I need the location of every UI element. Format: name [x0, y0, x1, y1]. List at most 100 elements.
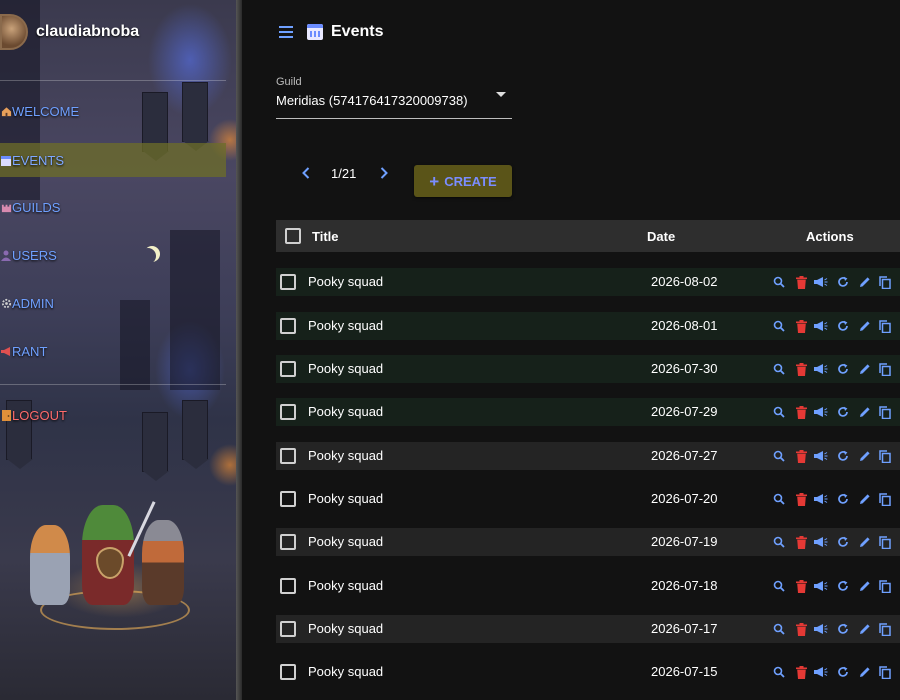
table-row[interactable]: Pooky squad 2026-07-27 — [276, 442, 900, 470]
search-icon[interactable] — [772, 534, 786, 550]
search-icon[interactable] — [772, 448, 786, 464]
refresh-icon[interactable] — [836, 621, 850, 637]
trash-icon[interactable] — [794, 578, 808, 594]
copy-icon[interactable] — [878, 361, 892, 377]
refresh-icon[interactable] — [836, 274, 850, 290]
chevron-left-icon[interactable] — [299, 166, 313, 180]
megaphone-icon[interactable] — [814, 664, 828, 680]
sidebar-item-rant[interactable]: RANT — [0, 334, 226, 368]
pencil-icon[interactable] — [858, 404, 872, 420]
pencil-icon[interactable] — [858, 664, 872, 680]
refresh-icon[interactable] — [836, 578, 850, 594]
row-checkbox[interactable] — [280, 448, 296, 464]
search-icon[interactable] — [772, 404, 786, 420]
column-header-title: Title — [312, 229, 339, 244]
trash-icon[interactable] — [794, 448, 808, 464]
refresh-icon[interactable] — [836, 318, 850, 334]
table-row[interactable]: Pooky squad 2026-08-01 — [276, 312, 900, 340]
table-row[interactable]: Pooky squad 2026-07-19 — [276, 528, 900, 556]
pencil-icon[interactable] — [858, 491, 872, 507]
row-checkbox[interactable] — [280, 361, 296, 377]
megaphone-icon[interactable] — [814, 621, 828, 637]
megaphone-icon[interactable] — [814, 274, 828, 290]
copy-icon[interactable] — [878, 318, 892, 334]
pencil-icon[interactable] — [858, 621, 872, 637]
chevron-right-icon[interactable] — [377, 166, 391, 180]
trash-icon[interactable] — [794, 274, 808, 290]
table-row[interactable]: Pooky squad 2026-07-20 — [276, 485, 900, 513]
refresh-icon[interactable] — [836, 404, 850, 420]
refresh-icon[interactable] — [836, 361, 850, 377]
trash-icon[interactable] — [794, 664, 808, 680]
search-icon[interactable] — [772, 318, 786, 334]
row-checkbox[interactable] — [280, 664, 296, 680]
search-icon[interactable] — [772, 274, 786, 290]
search-icon[interactable] — [772, 621, 786, 637]
pencil-icon[interactable] — [858, 448, 872, 464]
search-icon[interactable] — [772, 578, 786, 594]
row-checkbox[interactable] — [280, 491, 296, 507]
row-checkbox[interactable] — [280, 534, 296, 550]
sidebar-item-welcome[interactable]: WELCOME — [0, 94, 226, 128]
search-icon[interactable] — [772, 361, 786, 377]
table-row[interactable]: Pooky squad 2026-07-15 — [276, 658, 900, 686]
row-checkbox[interactable] — [280, 404, 296, 420]
copy-icon[interactable] — [878, 491, 892, 507]
trash-icon[interactable] — [794, 491, 808, 507]
copy-icon[interactable] — [878, 578, 892, 594]
pencil-icon[interactable] — [858, 318, 872, 334]
table-row[interactable]: Pooky squad 2026-07-18 — [276, 572, 900, 600]
table-row[interactable]: Pooky squad 2026-07-30 — [276, 355, 900, 383]
table-row[interactable]: Pooky squad 2026-07-29 — [276, 398, 900, 426]
create-button[interactable]: + CREATE — [414, 165, 512, 197]
select-all-checkbox[interactable] — [285, 228, 301, 244]
megaphone-icon[interactable] — [814, 534, 828, 550]
sidebar-item-guilds[interactable]: GUILDS — [0, 190, 226, 224]
hamburger-icon[interactable] — [279, 26, 293, 38]
row-checkbox[interactable] — [280, 318, 296, 334]
pencil-icon[interactable] — [858, 274, 872, 290]
megaphone-icon[interactable] — [814, 578, 828, 594]
caret-down-icon[interactable] — [496, 92, 506, 97]
copy-icon[interactable] — [878, 534, 892, 550]
refresh-icon[interactable] — [836, 534, 850, 550]
megaphone-icon[interactable] — [814, 318, 828, 334]
search-icon[interactable] — [772, 664, 786, 680]
guild-select[interactable]: Guild Meridias (574176417320009738) — [276, 76, 512, 119]
megaphone-icon[interactable] — [814, 448, 828, 464]
megaphone-icon[interactable] — [814, 404, 828, 420]
copy-icon[interactable] — [878, 448, 892, 464]
sidebar-item-events[interactable]: EVENTS — [0, 143, 226, 177]
row-checkbox[interactable] — [280, 621, 296, 637]
trash-icon[interactable] — [794, 621, 808, 637]
refresh-icon[interactable] — [836, 448, 850, 464]
table-row[interactable]: Pooky squad 2026-08-02 — [276, 268, 900, 296]
megaphone-icon[interactable] — [814, 361, 828, 377]
avatar[interactable] — [0, 14, 28, 50]
refresh-icon[interactable] — [836, 664, 850, 680]
event-title: Pooky squad — [308, 491, 384, 506]
copy-icon[interactable] — [878, 664, 892, 680]
refresh-icon[interactable] — [836, 491, 850, 507]
table-row[interactable]: Pooky squad 2026-07-17 — [276, 615, 900, 643]
divider — [0, 80, 226, 81]
trash-icon[interactable] — [794, 534, 808, 550]
pencil-icon[interactable] — [858, 361, 872, 377]
sidebar-item-logout[interactable]: LOGOUT — [0, 398, 226, 432]
pencil-icon[interactable] — [858, 578, 872, 594]
trash-icon[interactable] — [794, 404, 808, 420]
pencil-icon[interactable] — [858, 534, 872, 550]
copy-icon[interactable] — [878, 274, 892, 290]
megaphone-icon[interactable] — [814, 491, 828, 507]
row-checkbox[interactable] — [280, 578, 296, 594]
trash-icon[interactable] — [794, 361, 808, 377]
sidebar-item-admin[interactable]: ADMIN — [0, 286, 226, 320]
search-icon[interactable] — [772, 491, 786, 507]
trash-icon[interactable] — [794, 318, 808, 334]
event-date: 2026-08-01 — [651, 318, 718, 333]
copy-icon[interactable] — [878, 621, 892, 637]
sidebar-item-users[interactable]: USERS — [0, 238, 226, 272]
copy-icon[interactable] — [878, 404, 892, 420]
row-checkbox[interactable] — [280, 274, 296, 290]
user-profile[interactable]: claudiabnoba — [0, 12, 139, 52]
